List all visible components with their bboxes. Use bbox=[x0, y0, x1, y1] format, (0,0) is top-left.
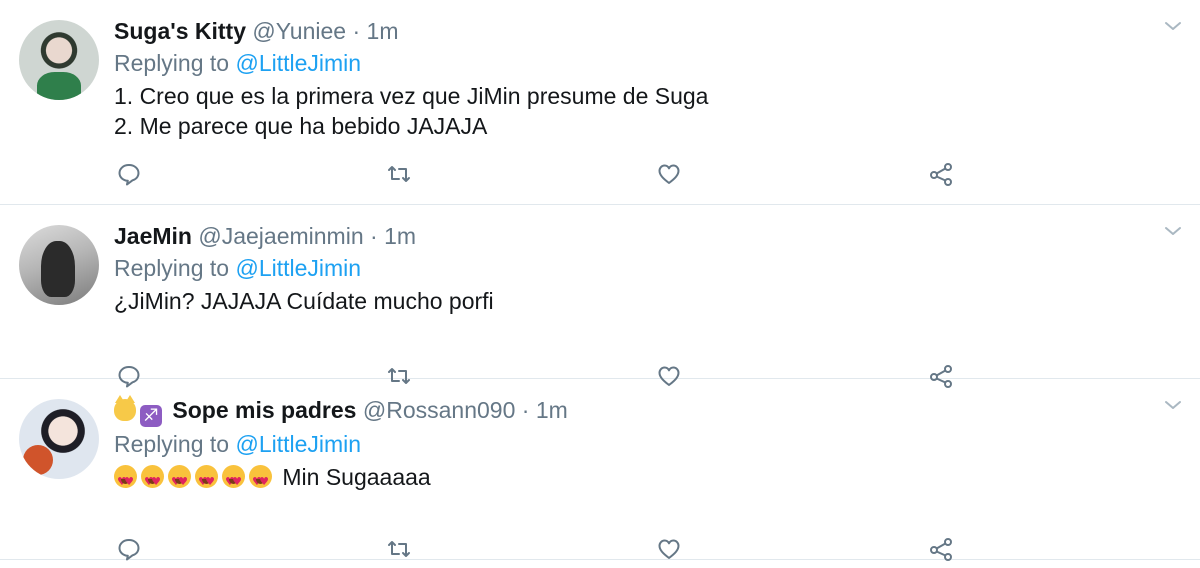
share-button[interactable] bbox=[927, 535, 955, 563]
heart-eyes-emoji bbox=[114, 465, 137, 497]
tweet-line: ¿JiMin? JAJAJA Cuídate mucho porfi bbox=[114, 288, 494, 314]
avatar[interactable] bbox=[19, 399, 99, 479]
timestamp[interactable]: 1m bbox=[384, 223, 416, 249]
retweet-button[interactable] bbox=[385, 160, 413, 188]
mention-link[interactable]: @LittleJimin bbox=[235, 431, 361, 457]
tweet-line: 1. Creo que es la primera vez que JiMin … bbox=[114, 83, 709, 109]
tweet-header: JaeMin @Jaejaeminmin · 1m bbox=[114, 221, 1140, 251]
like-button[interactable] bbox=[655, 160, 683, 188]
replying-to: Replying to @LittleJimin bbox=[114, 46, 1140, 80]
retweet-icon bbox=[388, 541, 410, 557]
heart-eyes-emoji bbox=[168, 465, 191, 497]
chevron-down-icon[interactable] bbox=[1164, 399, 1182, 411]
reply-button[interactable] bbox=[115, 160, 143, 188]
sagittarius-emoji: ♐ bbox=[140, 405, 162, 427]
tweet-line-text: Min Sugaaaaa bbox=[282, 464, 431, 490]
tweet[interactable]: ♐ Sope mis padres @Rossann090 · 1m Reply… bbox=[0, 379, 1200, 563]
user-handle[interactable]: @Rossann090 bbox=[363, 397, 516, 423]
heart-eyes-emoji bbox=[222, 465, 245, 497]
tweet-header: ♐ Sope mis padres @Rossann090 · 1m bbox=[114, 395, 1140, 427]
heart-icon bbox=[658, 164, 680, 184]
reply-icon bbox=[118, 164, 140, 186]
tweet-line: 2. Me parece que ha bebido JAJAJA bbox=[114, 113, 488, 139]
separator: · bbox=[521, 397, 530, 423]
tweet-line: Min Sugaaaaa bbox=[114, 462, 1140, 497]
heart-icon bbox=[658, 539, 680, 559]
like-button[interactable] bbox=[655, 535, 683, 563]
display-name[interactable]: Sope mis padres bbox=[172, 397, 356, 423]
reply-button[interactable] bbox=[115, 535, 143, 563]
share-icon bbox=[930, 163, 952, 186]
chevron-down-icon[interactable] bbox=[1164, 225, 1182, 237]
replying-prefix: Replying to bbox=[114, 255, 236, 281]
chevron-down-icon[interactable] bbox=[1164, 20, 1182, 32]
timestamp[interactable]: 1m bbox=[367, 18, 399, 44]
display-name[interactable]: JaeMin bbox=[114, 223, 192, 249]
avatar[interactable] bbox=[19, 225, 99, 305]
mention-link[interactable]: @LittleJimin bbox=[235, 50, 361, 76]
replying-prefix: Replying to bbox=[114, 431, 236, 457]
avatar[interactable] bbox=[19, 20, 99, 100]
share-icon bbox=[930, 538, 952, 561]
share-button[interactable] bbox=[927, 160, 955, 188]
cat-face-emoji bbox=[114, 395, 136, 421]
retweet-button[interactable] bbox=[385, 535, 413, 563]
tweet-content: Suga's Kitty @Yuniee · 1m Replying to @L… bbox=[114, 16, 1140, 141]
tweet-content: JaeMin @Jaejaeminmin · 1m Replying to @L… bbox=[114, 221, 1140, 316]
tweet-content: ♐ Sope mis padres @Rossann090 · 1m Reply… bbox=[114, 395, 1140, 497]
heart-eyes-emoji bbox=[195, 465, 218, 497]
retweet-icon bbox=[388, 166, 410, 182]
timestamp[interactable]: 1m bbox=[536, 397, 568, 423]
tweet[interactable]: JaeMin @Jaejaeminmin · 1m Replying to @L… bbox=[0, 205, 1200, 388]
tweet-text: ¿JiMin? JAJAJA Cuídate mucho porfi bbox=[114, 286, 1140, 316]
replying-to: Replying to @LittleJimin bbox=[114, 251, 1140, 285]
user-handle[interactable]: @Jaejaeminmin bbox=[198, 223, 363, 249]
separator: · bbox=[352, 18, 361, 44]
tweet-text: Min Sugaaaaa bbox=[114, 462, 1140, 497]
tweet[interactable]: Suga's Kitty @Yuniee · 1m Replying to @L… bbox=[0, 0, 1200, 205]
heart-eyes-emoji bbox=[141, 465, 164, 497]
replying-prefix: Replying to bbox=[114, 50, 236, 76]
tweet-text: 1. Creo que es la primera vez que JiMin … bbox=[114, 81, 1140, 141]
replying-to: Replying to @LittleJimin bbox=[114, 427, 1140, 461]
user-handle[interactable]: @Yuniee bbox=[252, 18, 346, 44]
reply-icon bbox=[118, 539, 140, 561]
mention-link[interactable]: @LittleJimin bbox=[235, 255, 361, 281]
heart-eyes-emoji bbox=[249, 465, 272, 497]
display-name[interactable]: Suga's Kitty bbox=[114, 18, 246, 44]
tweet-header: Suga's Kitty @Yuniee · 1m bbox=[114, 16, 1140, 46]
separator: · bbox=[370, 223, 378, 249]
